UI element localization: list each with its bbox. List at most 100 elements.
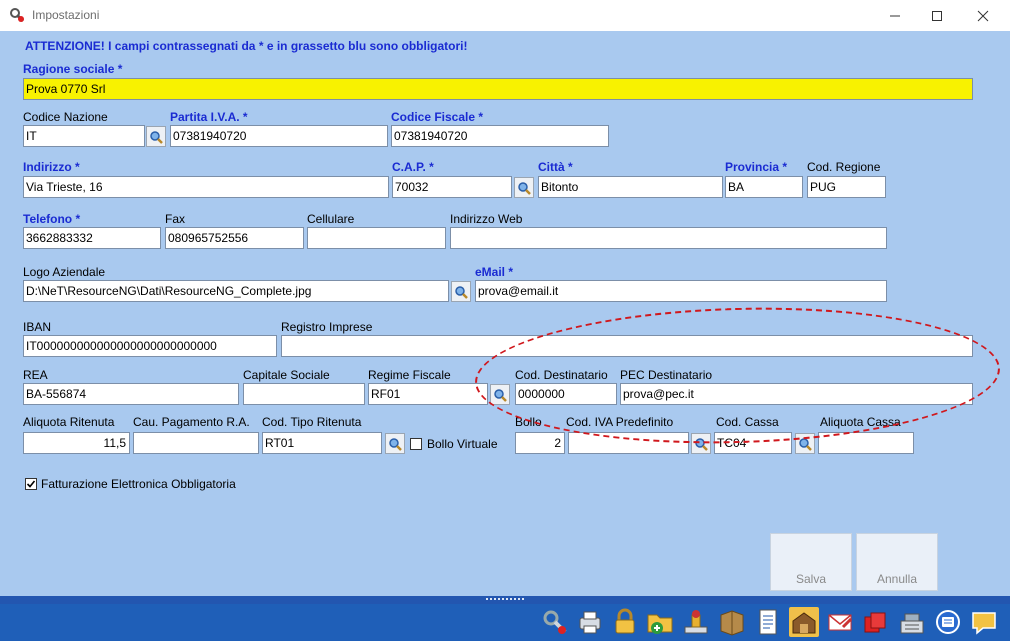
regime-fiscale-field[interactable]: RF01	[368, 383, 488, 405]
folder-add-icon[interactable]	[645, 607, 675, 637]
email-label: eMail *	[475, 265, 514, 279]
telefono-field[interactable]: 3662883332	[23, 227, 161, 249]
partita-iva-field[interactable]: 07381940720	[170, 125, 388, 147]
ragione-sociale-field[interactable]: Prova 0770 Srl	[23, 78, 973, 100]
search-icon	[455, 285, 468, 299]
cod-tipo-ritenuta-lookup-button[interactable]	[385, 433, 405, 454]
indirizzo-field[interactable]: Via Trieste, 16	[23, 176, 389, 198]
cod-cassa-label: Cod. Cassa	[716, 415, 779, 429]
cod-iva-predefinito-label: Cod. IVA Predefinito	[566, 415, 674, 429]
rea-field[interactable]: BA-556874	[23, 383, 239, 405]
minimize-button[interactable]	[872, 0, 918, 31]
cod-cassa-field[interactable]: TC04	[714, 432, 792, 454]
codice-nazione-label: Codice Nazione	[23, 110, 108, 124]
settings-window: Impostazioni ATTENZIONE! I campi contras…	[0, 0, 1010, 641]
save-button[interactable]: Salva	[770, 533, 852, 591]
maximize-icon	[932, 10, 942, 21]
cod-destinatario-field[interactable]: 0000000	[515, 383, 617, 405]
codice-nazione-field[interactable]: IT	[23, 125, 145, 147]
logo-aziendale-label: Logo Aziendale	[23, 265, 106, 279]
codice-fiscale-field[interactable]: 07381940720	[391, 125, 609, 147]
capitale-sociale-field[interactable]	[243, 383, 365, 405]
document-icon[interactable]	[753, 607, 783, 637]
archive-box-icon[interactable]	[717, 607, 747, 637]
close-icon	[977, 10, 989, 21]
indirizzo-label: Indirizzo *	[23, 160, 80, 174]
pec-destinatario-label: PEC Destinatario	[620, 368, 713, 382]
red-folders-icon[interactable]	[861, 607, 891, 637]
iban-field[interactable]: IT000000000000000000000000000	[23, 335, 277, 357]
regime-fiscale-lookup-button[interactable]	[490, 384, 510, 405]
bollo-label: Bollo	[515, 415, 542, 429]
citta-field[interactable]: Bitonto	[538, 176, 723, 198]
title-bar: Impostazioni	[0, 0, 1010, 31]
mail-icon[interactable]	[825, 607, 855, 637]
cap-label: C.A.P. *	[392, 160, 434, 174]
fatturazione-elettronica-checkbox[interactable]	[25, 478, 37, 490]
search-icon	[799, 437, 812, 451]
codice-fiscale-label: Codice Fiscale *	[391, 110, 484, 124]
cap-field[interactable]: 70032	[392, 176, 512, 198]
aliquota-cassa-field[interactable]	[818, 432, 914, 454]
minimize-icon	[890, 15, 900, 16]
indirizzo-web-field[interactable]	[450, 227, 887, 249]
fax-field[interactable]: 080965752556	[165, 227, 304, 249]
cau-pagamento-label: Cau. Pagamento R.A.	[133, 415, 250, 429]
citta-label: Città *	[538, 160, 573, 174]
bollo-field[interactable]: 2	[515, 432, 565, 454]
cod-iva-predefinito-field[interactable]	[568, 432, 689, 454]
cellulare-field[interactable]	[307, 227, 446, 249]
splitter-grip[interactable]	[486, 598, 524, 603]
printer-icon[interactable]	[575, 607, 605, 637]
cod-tipo-ritenuta-label: Cod. Tipo Ritenuta	[262, 415, 362, 429]
warehouse-icon[interactable]	[789, 607, 819, 637]
aliquota-cassa-label: Aliquota Cassa	[820, 415, 901, 429]
cod-regione-field[interactable]: PUG	[807, 176, 886, 198]
cod-cassa-lookup-button[interactable]	[795, 433, 815, 454]
bollo-virtuale-checkbox[interactable]	[410, 438, 422, 450]
close-button[interactable]	[960, 0, 1006, 31]
settings-form: ATTENZIONE! I campi contrassegnati da * …	[3, 31, 1007, 596]
lock-icon[interactable]	[610, 607, 640, 637]
codice-nazione-lookup-button[interactable]	[146, 126, 166, 147]
email-field[interactable]: prova@email.it	[475, 280, 887, 302]
cap-lookup-button[interactable]	[514, 177, 534, 198]
aliquota-ritenuta-field[interactable]: 11,5	[23, 432, 130, 454]
provincia-label: Provincia *	[725, 160, 788, 174]
window-title: Impostazioni	[32, 8, 100, 22]
logo-browse-button[interactable]	[451, 281, 471, 302]
aliquota-ritenuta-label: Aliquota Ritenuta	[23, 415, 115, 429]
provincia-field[interactable]: BA	[725, 176, 803, 198]
registro-imprese-label: Registro Imprese	[281, 320, 373, 334]
cash-register-icon[interactable]	[897, 607, 927, 637]
bottom-toolbar	[0, 604, 1010, 641]
cancel-button[interactable]: Annulla	[856, 533, 938, 591]
network-icon[interactable]	[933, 607, 963, 637]
search-icon	[695, 437, 708, 451]
registro-imprese-field[interactable]	[281, 335, 973, 357]
ragione-sociale-label: Ragione sociale *	[23, 62, 123, 76]
pec-destinatario-field[interactable]: prova@pec.it	[620, 383, 973, 405]
cellulare-label: Cellulare	[307, 212, 355, 226]
required-fields-warning: ATTENZIONE! I campi contrassegnati da * …	[25, 39, 468, 53]
cod-iva-lookup-button[interactable]	[691, 433, 711, 454]
search-icon	[389, 437, 402, 451]
cod-regione-label: Cod. Regione	[807, 160, 881, 174]
cau-pagamento-field[interactable]	[133, 432, 259, 454]
stamp-icon[interactable]	[681, 607, 711, 637]
checkmark-icon	[26, 480, 36, 488]
search-icon	[494, 388, 507, 402]
splitter-bar[interactable]	[0, 596, 1010, 604]
cod-tipo-ritenuta-field[interactable]: RT01	[262, 432, 382, 454]
indirizzo-web-label: Indirizzo Web	[450, 212, 523, 226]
fax-label: Fax	[165, 212, 186, 226]
maximize-button[interactable]	[914, 0, 960, 31]
telefono-label: Telefono *	[23, 212, 81, 226]
capitale-sociale-label: Capitale Sociale	[243, 368, 330, 382]
partita-iva-label: Partita I.V.A. *	[170, 110, 248, 124]
tools-icon[interactable]	[540, 607, 570, 637]
logo-aziendale-field[interactable]: D:\NeT\ResourceNG\Dati\ResourceNG_Comple…	[23, 280, 449, 302]
iban-label: IBAN	[23, 320, 52, 334]
chat-icon[interactable]	[969, 607, 999, 637]
cod-destinatario-label: Cod. Destinatario	[515, 368, 608, 382]
